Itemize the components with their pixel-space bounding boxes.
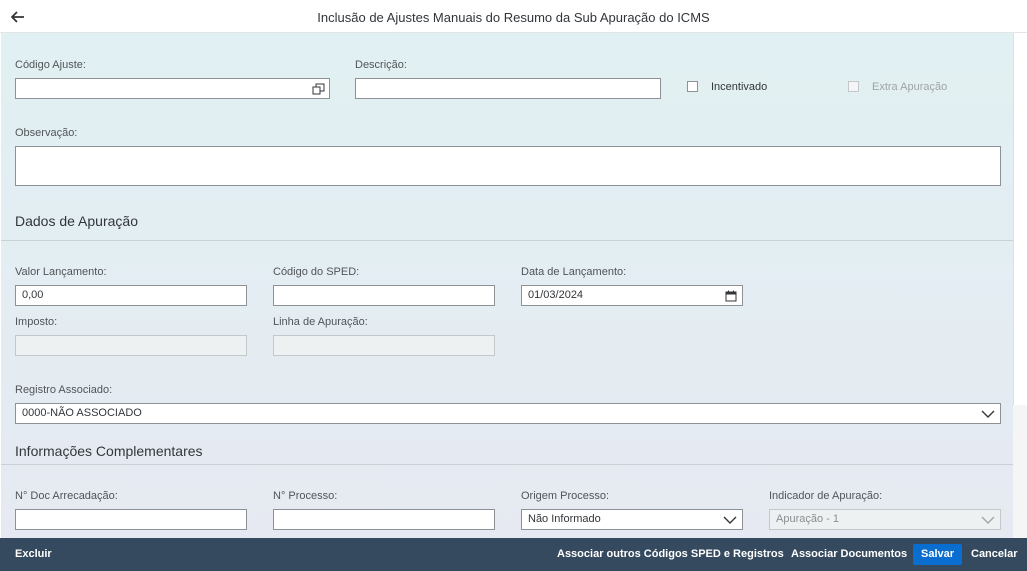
salvar-button[interactable]: Salvar [913, 544, 963, 565]
imposto-label: Imposto: [15, 316, 58, 328]
valor-lancamento-input[interactable]: 0,00 [15, 285, 247, 306]
indicador-apuracao-label: Indicador de Apuração: [769, 490, 883, 502]
chevron-down-icon[interactable] [980, 407, 996, 421]
value-help-icon[interactable] [311, 82, 325, 96]
codigo-sped-label: Código do SPED: [273, 266, 360, 278]
valor-lancamento-label: Valor Lançamento: [15, 266, 107, 278]
indicador-apuracao-select: Apuração - 1 [769, 509, 1001, 530]
form-content: Código Ajuste: Descrição: Incentivado Ex… [1, 33, 1013, 538]
calendar-icon[interactable] [724, 289, 738, 303]
observacao-label: Observação: [15, 127, 78, 139]
linha-apuracao-input [273, 335, 495, 356]
cancelar-button[interactable]: Cancelar [971, 548, 1017, 560]
chevron-down-icon[interactable] [722, 513, 738, 527]
origem-processo-value: Não Informado [528, 513, 601, 525]
processo-input[interactable] [273, 509, 495, 530]
origem-processo-label: Origem Processo: [521, 490, 610, 502]
observacao-textarea[interactable] [15, 146, 1001, 186]
descricao-input[interactable] [355, 78, 661, 99]
origem-processo-select[interactable]: Não Informado [521, 509, 743, 530]
extra-apuracao-label: Extra Apuração [872, 81, 948, 93]
codigo-ajuste-label: Código Ajuste: [15, 59, 86, 71]
section-divider [1, 240, 1013, 241]
incentivado-checkbox[interactable] [687, 81, 698, 92]
page-title: Inclusão de Ajustes Manuais do Resumo da… [317, 10, 710, 25]
associar-documentos-button[interactable]: Associar Documentos [791, 548, 907, 560]
codigo-ajuste-input[interactable] [15, 78, 330, 99]
codigo-sped-input[interactable] [273, 285, 495, 306]
associar-codigos-button[interactable]: Associar outros Códigos SPED e Registros [557, 548, 784, 560]
excluir-button[interactable]: Excluir [15, 548, 52, 560]
data-lancamento-label: Data de Lançamento: [521, 266, 627, 278]
processo-label: N° Processo: [273, 490, 338, 502]
scrollbar-thumb[interactable] [1013, 33, 1027, 405]
chevron-down-icon [980, 513, 996, 527]
section-divider [1, 464, 1013, 465]
footer-toolbar: Excluir Associar outros Códigos SPED e R… [0, 538, 1027, 571]
registro-associado-label: Registro Associado: [15, 384, 113, 396]
data-lancamento-input[interactable]: 01/03/2024 [521, 285, 743, 306]
linha-apuracao-label: Linha de Apuração: [273, 316, 368, 328]
doc-arrecadacao-input[interactable] [15, 509, 247, 530]
extra-apuracao-checkbox [848, 81, 859, 92]
descricao-label: Descrição: [355, 59, 407, 71]
imposto-input [15, 335, 247, 356]
indicador-apuracao-value: Apuração - 1 [776, 513, 839, 525]
doc-arrecadacao-label: N° Doc Arrecadação: [15, 490, 118, 502]
registro-associado-value: 0000-NÃO ASSOCIADO [22, 407, 142, 419]
incentivado-label: Incentivado [711, 81, 768, 93]
data-lancamento-value: 01/03/2024 [528, 289, 584, 301]
title-bar: Inclusão de Ajustes Manuais do Resumo da… [0, 0, 1027, 33]
dados-apuracao-title: Dados de Apuração [15, 213, 138, 229]
informacoes-complementares-title: Informações Complementares [15, 443, 203, 459]
registro-associado-select[interactable]: 0000-NÃO ASSOCIADO [15, 403, 1001, 424]
valor-lancamento-value: 0,00 [22, 289, 44, 301]
